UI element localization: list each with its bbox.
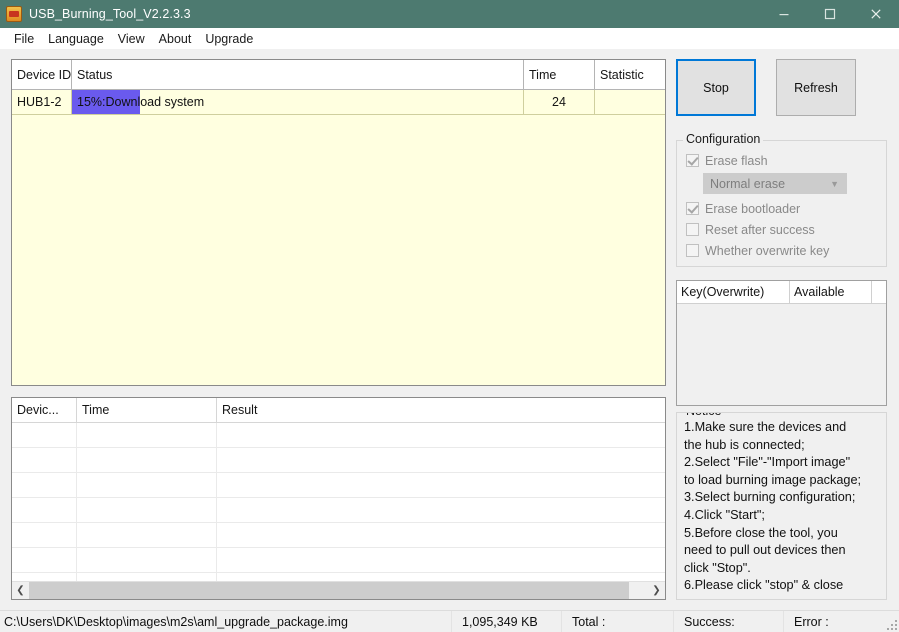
cell-log-result (217, 473, 665, 497)
cell-log-device (12, 423, 77, 447)
erase-mode-value: Normal erase (710, 176, 786, 191)
list-item[interactable] (12, 523, 665, 548)
status-error-label: Error : (794, 614, 829, 629)
cell-log-device (12, 523, 77, 547)
checkbox-label-erase-flash: Erase flash (705, 153, 768, 168)
checkbox-icon (686, 244, 699, 257)
window-title: USB_Burning_Tool_V2.2.3.3 (29, 7, 191, 21)
checkbox-label-erase-bootloader: Erase bootloader (705, 201, 801, 216)
window-controls (761, 0, 899, 28)
column-header-log-device[interactable]: Devic... (12, 398, 77, 422)
progress-bar: 15%:Download system (72, 90, 523, 114)
column-header-log-time[interactable]: Time (77, 398, 217, 422)
notice-title: Notice (683, 413, 725, 418)
stop-button[interactable]: Stop (676, 59, 756, 116)
column-header-time[interactable]: Time (524, 60, 595, 89)
cell-log-time (77, 548, 217, 572)
erase-mode-select[interactable]: Normal erase ▼ (703, 173, 847, 194)
cell-log-result (217, 498, 665, 522)
cell-time: 24 (524, 90, 595, 114)
cell-statistic (595, 90, 665, 114)
cell-log-result (217, 548, 665, 572)
column-header-statistic[interactable]: Statistic (595, 60, 665, 89)
menu-item-about[interactable]: About (152, 30, 199, 48)
cell-log-time (77, 473, 217, 497)
device-table-header: Device ID Status Time Statistic (12, 60, 665, 90)
column-header-status[interactable]: Status (72, 60, 524, 89)
horizontal-scrollbar[interactable]: ❮ ❯ (12, 581, 665, 599)
checkbox-erase-flash[interactable]: Erase flash (686, 150, 886, 171)
column-header-log-result[interactable]: Result (217, 398, 665, 422)
column-header-device-id[interactable]: Device ID (12, 60, 72, 89)
column-header-available[interactable]: Available (790, 281, 872, 303)
checkbox-erase-bootloader[interactable]: Erase bootloader (686, 198, 886, 219)
title-bar: USB_Burning_Tool_V2.2.3.3 (0, 0, 899, 28)
device-table-empty-area (12, 115, 665, 385)
status-image-size: 1,095,349 KB (452, 610, 562, 632)
cell-status: 15%:Download system (72, 90, 524, 114)
cell-log-result (217, 523, 665, 547)
status-success-label: Success: (674, 610, 784, 632)
menu-bar: File Language View About Upgrade (0, 28, 899, 49)
status-bar: C:\Users\DK\Desktop\images\m2s\aml_upgra… (0, 610, 899, 632)
configuration-title: Configuration (683, 132, 764, 146)
cell-log-device (12, 498, 77, 522)
list-item[interactable] (12, 548, 665, 573)
key-table-header: Key(Overwrite) Available (677, 281, 886, 304)
checkbox-label-whether-overwrite-key: Whether overwrite key (705, 243, 830, 258)
progress-bar-label: 15%:Download system (77, 95, 205, 109)
list-item[interactable] (12, 473, 665, 498)
menu-item-upgrade[interactable]: Upgrade (198, 30, 260, 48)
device-table[interactable]: Device ID Status Time Statistic HUB1-2 1… (11, 59, 666, 386)
minimize-icon[interactable] (761, 0, 807, 28)
cell-log-result (217, 423, 665, 447)
cell-log-device (12, 448, 77, 472)
checkbox-icon (686, 154, 699, 167)
configuration-group: Configuration Erase flash Normal erase ▼… (676, 132, 887, 267)
cell-log-result (217, 448, 665, 472)
status-total-label: Total : (562, 610, 674, 632)
cell-log-device (12, 473, 77, 497)
close-icon[interactable] (853, 0, 899, 28)
log-table[interactable]: Devic... Time Result ❮ ❯ (11, 397, 666, 600)
notice-group: Notice 1.Make sure the devices and the h… (676, 412, 887, 600)
cell-log-time (77, 498, 217, 522)
column-header-key-extra[interactable] (872, 281, 886, 303)
usb-burning-tool-window: USB_Burning_Tool_V2.2.3.3 File Language … (0, 0, 899, 632)
log-table-header: Devic... Time Result (12, 398, 665, 423)
app-icon (6, 6, 22, 22)
cell-log-device (12, 548, 77, 572)
menu-item-file[interactable]: File (7, 30, 41, 48)
cell-device-id: HUB1-2 (12, 90, 72, 114)
checkbox-whether-overwrite-key[interactable]: Whether overwrite key (686, 240, 886, 261)
chevron-down-icon: ▼ (830, 178, 839, 189)
cell-log-time (77, 448, 217, 472)
refresh-button[interactable]: Refresh (776, 59, 856, 116)
list-item[interactable] (12, 498, 665, 523)
notice-body: 1.Make sure the devices and the hub is c… (684, 420, 862, 593)
status-image-path: C:\Users\DK\Desktop\images\m2s\aml_upgra… (0, 610, 452, 632)
checkbox-icon (686, 202, 699, 215)
menu-item-view[interactable]: View (111, 30, 152, 48)
checkbox-icon (686, 223, 699, 236)
key-overwrite-table[interactable]: Key(Overwrite) Available (676, 280, 887, 406)
checkbox-reset-after-success[interactable]: Reset after success (686, 219, 886, 240)
list-item[interactable] (12, 423, 665, 448)
column-header-key-overwrite[interactable]: Key(Overwrite) (677, 281, 790, 303)
chevron-right-icon[interactable]: ❯ (648, 582, 665, 599)
scrollbar-thumb[interactable] (29, 582, 630, 599)
menu-item-language[interactable]: Language (41, 30, 111, 48)
cell-log-time (77, 523, 217, 547)
list-item[interactable] (12, 448, 665, 473)
table-row[interactable]: HUB1-2 15%:Download system 24 (12, 90, 665, 115)
maximize-icon[interactable] (807, 0, 853, 28)
chevron-left-icon[interactable]: ❮ (12, 582, 29, 599)
key-table-empty-area (677, 304, 886, 405)
resize-grip-icon[interactable] (885, 618, 897, 630)
cell-log-time (77, 423, 217, 447)
scrollbar-track[interactable] (29, 582, 648, 599)
checkbox-label-reset-after-success: Reset after success (705, 222, 815, 237)
